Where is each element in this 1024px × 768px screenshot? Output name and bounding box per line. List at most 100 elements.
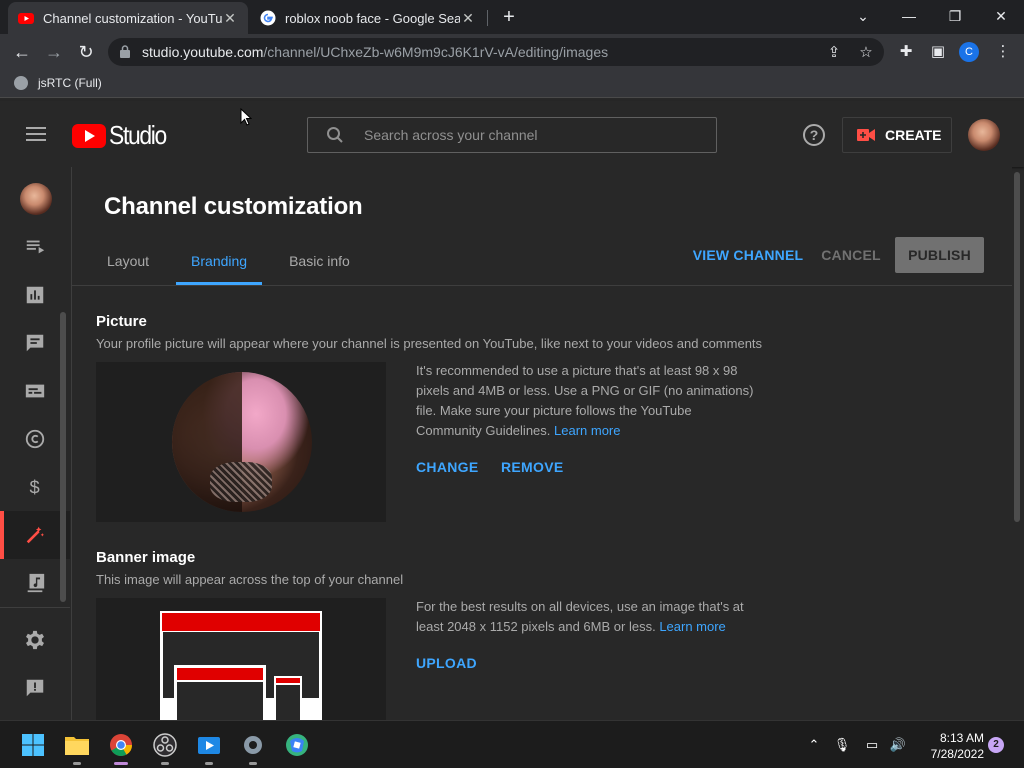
video-editor-icon (198, 737, 220, 754)
svg-text:$: $ (30, 476, 40, 497)
tab-separator (487, 10, 488, 26)
bookmark-star-icon[interactable]: ☆ (856, 43, 876, 63)
taskbar-roblox-studio[interactable] (282, 730, 312, 760)
close-tab-icon[interactable]: ✕ (460, 10, 476, 27)
settings-icon (26, 630, 44, 650)
tab-search-icon[interactable]: ⌄ (848, 4, 878, 28)
search-input[interactable] (364, 124, 704, 146)
tab-channel-customization[interactable]: Channel customization - YouTube Studio ✕ (8, 2, 248, 34)
help-icon[interactable]: ? (803, 124, 825, 146)
profile-avatar[interactable]: C (959, 42, 979, 62)
search-icon (327, 127, 343, 143)
sidebar-item-analytics[interactable] (0, 271, 70, 319)
close-window-button[interactable]: ✕ (986, 4, 1016, 28)
sidebar-scrollbar[interactable] (60, 312, 66, 602)
taskbar-settings[interactable] (238, 730, 268, 765)
url-text: studio.youtube.com/channel/UChxeZb-w6M9m… (142, 44, 609, 60)
video-camera-icon (857, 129, 875, 141)
back-button[interactable]: ← (10, 40, 34, 64)
show-hidden-icons-icon[interactable]: ⌃ (804, 735, 824, 755)
change-picture-button[interactable]: CHANGE (416, 459, 478, 475)
youtube-icon (18, 13, 34, 24)
studio-sidebar: $ (0, 167, 72, 720)
main-content: Channel customization Layout Branding Ba… (72, 167, 1012, 730)
taskbar-file-explorer[interactable] (62, 730, 92, 765)
banner-section-title: Banner image (96, 549, 196, 566)
clock-time: 8:13 AM (939, 731, 984, 745)
globe-icon (14, 76, 28, 90)
earn-icon: $ (30, 476, 40, 497)
lock-icon (120, 45, 130, 58)
system-clock[interactable]: 8:13 AM 7/28/2022 (912, 730, 984, 762)
new-tab-button[interactable]: + (498, 6, 520, 29)
menu-kebab-icon[interactable]: ⋮ (992, 41, 1014, 63)
banner-placeholder-illustration (160, 611, 322, 730)
restore-button[interactable]: ❐ (940, 4, 970, 28)
bookmarks-bar: jsRTC (Full) (0, 70, 1024, 98)
publish-button[interactable]: PUBLISH (895, 237, 984, 273)
address-bar[interactable]: studio.youtube.com/channel/UChxeZb-w6M9m… (108, 38, 884, 66)
main-scrollbar[interactable] (1014, 172, 1020, 522)
create-button[interactable]: CREATE (842, 117, 952, 153)
windows-start-button[interactable] (18, 730, 48, 760)
subtitles-icon (25, 384, 45, 398)
share-icon[interactable]: ⇪ (824, 43, 844, 63)
sidebar-item-feedback[interactable] (0, 664, 70, 712)
roblox-studio-icon (286, 734, 308, 756)
upload-banner-button[interactable]: UPLOAD (416, 655, 477, 671)
studio-logo[interactable]: Studio (72, 120, 174, 151)
tab-layout[interactable]: Layout (92, 243, 164, 285)
copyright-icon (25, 429, 45, 449)
bookmark-jsrtc[interactable]: jsRTC (Full) (14, 76, 102, 90)
obs-icon (153, 733, 177, 757)
browser-toolbar: ← → ↻ studio.youtube.com/channel/UChxeZb… (0, 34, 1024, 70)
comments-icon (26, 334, 44, 352)
sidebar-divider (0, 607, 70, 608)
banner-learn-more-link[interactable]: Learn more (659, 619, 725, 634)
picture-info-text: It's recommended to use a picture that's… (416, 363, 754, 438)
picture-learn-more-link[interactable]: Learn more (554, 423, 620, 438)
analytics-icon (26, 286, 44, 304)
tab-google-search[interactable]: roblox noob face - Google Search ✕ (250, 2, 486, 34)
audio-library-icon (25, 573, 45, 593)
forward-button[interactable]: → (42, 40, 66, 64)
taskbar-chrome[interactable] (106, 730, 136, 765)
tabs-divider (72, 285, 1012, 286)
tab-basic-info[interactable]: Basic info (274, 243, 365, 285)
channel-avatar[interactable] (20, 183, 52, 215)
banner-info-text: For the best results on all devices, use… (416, 599, 744, 634)
customization-icon (26, 526, 44, 544)
reload-button[interactable]: ↻ (74, 40, 98, 64)
tab-branding[interactable]: Branding (176, 243, 263, 285)
view-channel-button[interactable]: VIEW CHANNEL (690, 237, 806, 273)
windows-start-icon (22, 734, 44, 756)
google-icon (260, 10, 276, 26)
banner-section-description: This image will appear across the top of… (96, 572, 404, 587)
notification-badge[interactable]: 2 (988, 737, 1004, 753)
bookmark-label: jsRTC (Full) (38, 76, 102, 90)
sidebar-item-content[interactable] (0, 223, 70, 271)
sidebar-item-settings[interactable] (0, 616, 70, 664)
page-title: Channel customization (104, 193, 363, 220)
extensions-icon[interactable]: ✚ (895, 41, 917, 63)
banner-image-preview (96, 598, 386, 730)
account-avatar[interactable] (968, 119, 1000, 151)
windows-taskbar: ⌃ 🎙 ▭ 🔊 8:13 AM 7/28/2022 2 (0, 720, 1024, 768)
side-panel-icon[interactable]: ▣ (927, 41, 949, 63)
close-tab-icon[interactable]: ✕ (222, 10, 238, 27)
picture-section-title: Picture (96, 313, 147, 330)
network-icon[interactable]: ▭ (862, 735, 882, 755)
youtube-logo-icon (72, 123, 106, 148)
profile-picture-preview (96, 362, 386, 522)
microphone-icon[interactable]: 🎙 (832, 735, 852, 755)
minimize-button[interactable]: — (894, 4, 924, 28)
file-explorer-icon (65, 737, 89, 755)
remove-picture-button[interactable]: REMOVE (501, 459, 563, 475)
volume-icon[interactable]: 🔊 (888, 735, 908, 755)
taskbar-video-editor[interactable] (194, 730, 224, 765)
cancel-button[interactable]: CANCEL (816, 237, 886, 273)
mouse-cursor-icon (240, 108, 252, 126)
customization-tabs: Layout Branding Basic info (92, 243, 377, 285)
hamburger-menu-icon[interactable] (26, 127, 46, 141)
taskbar-obs[interactable] (150, 730, 180, 765)
